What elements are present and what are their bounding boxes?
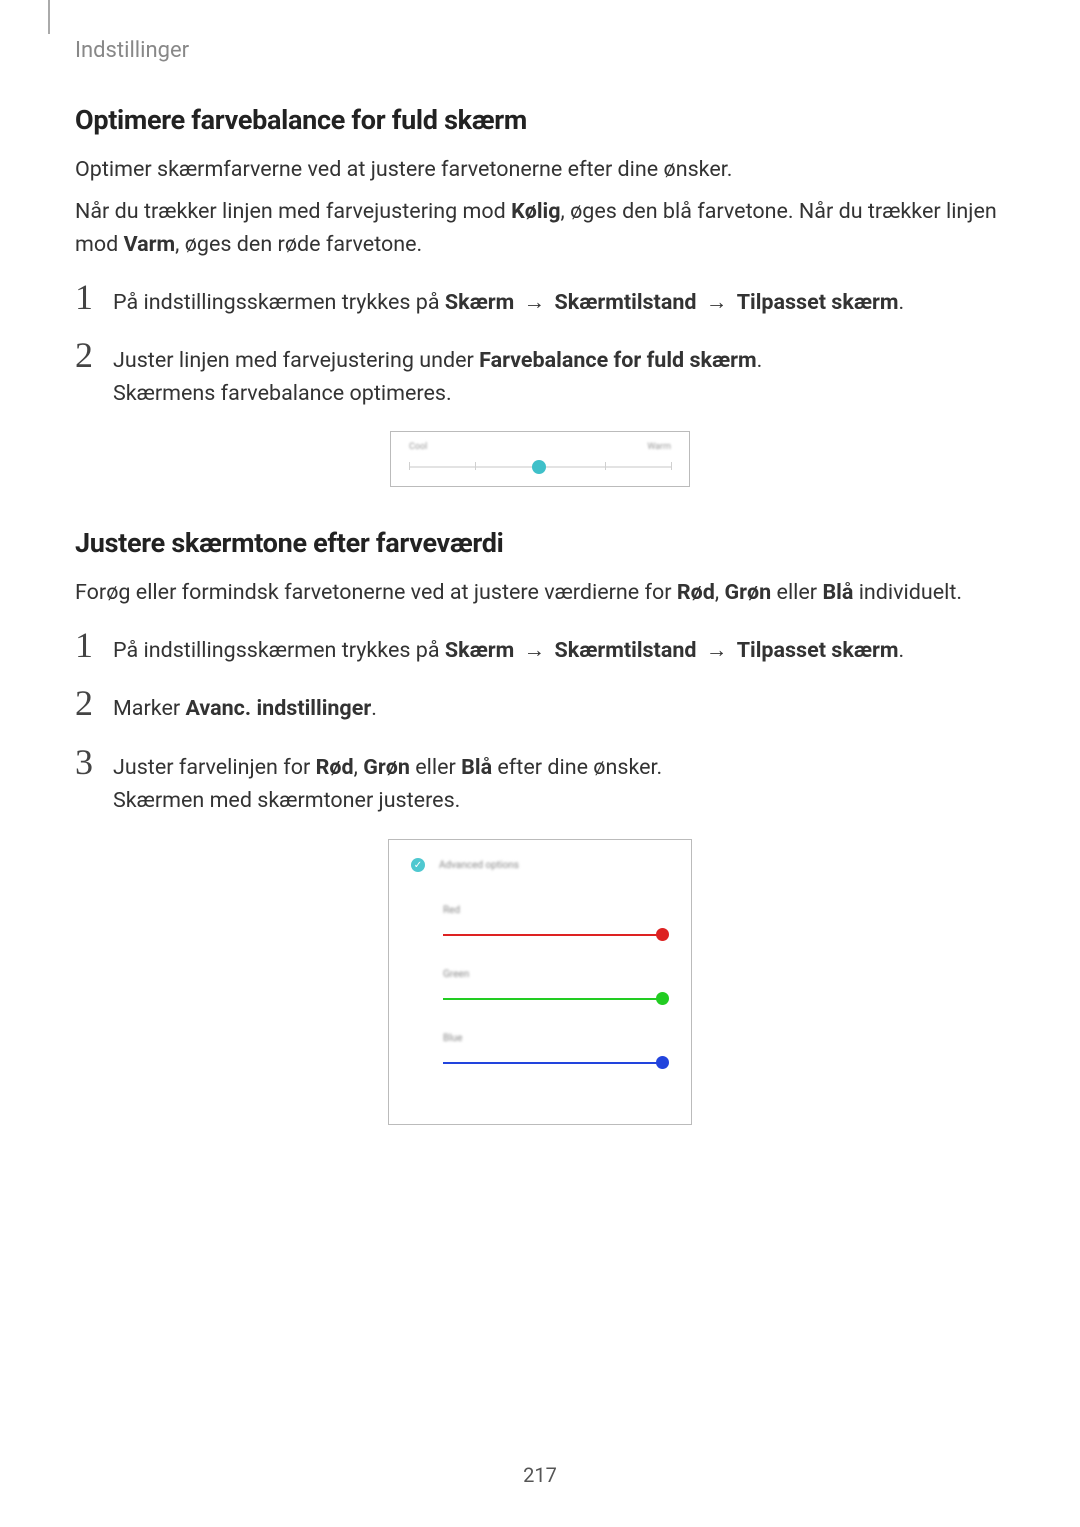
section1-step2: 2 Juster linjen med farvejustering under… (75, 337, 1005, 411)
text: Juster linjen med farvejustering under (113, 348, 479, 373)
rgb-green-label: Green (443, 969, 469, 980)
rgb-blue-label: Blue (443, 1033, 462, 1044)
section2-step3: 3 Juster farvelinjen for Rød, Grøn eller… (75, 744, 1005, 818)
rgb-blue-handle[interactable] (656, 1056, 669, 1069)
text: , (715, 580, 725, 605)
rgb-red-handle[interactable] (656, 928, 669, 941)
rgb-green-track[interactable] (443, 998, 663, 1000)
bold-red: Rød (316, 755, 354, 780)
arrow-icon: → (706, 634, 728, 667)
section2-title: Justere skærmtone efter farveværdi (75, 527, 1005, 559)
text: Marker (113, 696, 185, 721)
path-screenmode: Skærmtilstand (554, 290, 696, 315)
section1-p2: Når du trækker linjen med farvejustering… (75, 196, 1005, 261)
rgb-blue-track[interactable] (443, 1062, 663, 1064)
text: , øges den røde farvetone. (175, 232, 422, 257)
path-custom: Tilpasset skærm (737, 290, 899, 315)
text: Når du trækker linjen med farvejustering… (75, 199, 511, 224)
text: individuelt. (853, 580, 962, 605)
section1-p1: Optimer skærmfarverne ved at justere far… (75, 154, 1005, 186)
path-screenmode: Skærmtilstand (554, 638, 696, 663)
slider-handle[interactable] (532, 460, 546, 474)
text: Skærmens farvebalance optimeres. (113, 381, 452, 406)
text: . (371, 696, 377, 721)
rgb-red-item: Red (411, 898, 669, 936)
bold-red: Rød (677, 580, 715, 605)
arrow-icon: → (524, 286, 546, 319)
section2-step2: 2 Marker Avanc. indstillinger. (75, 685, 1005, 725)
rgb-header-label: Advanced options (439, 860, 519, 871)
rgb-header-row: ✓ Advanced options (411, 858, 669, 872)
page-number: 217 (0, 1463, 1080, 1487)
arrow-icon: → (524, 634, 546, 667)
text: . (899, 290, 905, 315)
rgb-red-label: Red (443, 905, 460, 916)
text: eller (410, 755, 461, 780)
text: Forøg eller formindsk farvetonerne ved a… (75, 580, 677, 605)
path-screen: Skærm (445, 290, 514, 315)
step-number: 2 (75, 337, 105, 373)
page-header-label: Indstillinger (75, 38, 189, 63)
text: . (757, 348, 763, 373)
slider-tick (605, 462, 606, 470)
section1-title: Optimere farvebalance for fuld skærm (75, 104, 1005, 136)
step-text: Marker Avanc. indstillinger. (113, 685, 1005, 725)
step-text: Juster farvelinjen for Rød, Grøn eller B… (113, 744, 1005, 818)
text: eller (771, 580, 822, 605)
check-circle-icon[interactable]: ✓ (411, 858, 425, 872)
text: På indstillingsskærmen trykkes på (113, 638, 445, 663)
section1-step1: 1 På indstillingsskærmen trykkes på Skær… (75, 279, 1005, 319)
step-text: På indstillingsskærmen trykkes på Skærm … (113, 627, 1005, 667)
text: . (899, 638, 905, 663)
bold-green: Grøn (363, 755, 410, 780)
step-text: På indstillingsskærmen trykkes på Skærm … (113, 279, 1005, 319)
arrow-icon: → (706, 286, 728, 319)
step-number: 1 (75, 627, 105, 663)
text: , (354, 755, 364, 780)
text: Skærmen med skærmtoner justeres. (113, 788, 460, 813)
bold-green: Grøn (725, 580, 772, 605)
slider-tick (475, 462, 476, 470)
slider-tick (671, 462, 672, 470)
path-screen: Skærm (445, 638, 514, 663)
text: Juster farvelinjen for (113, 755, 316, 780)
slider-label-cool: Cool (409, 442, 427, 452)
step-text: Juster linjen med farvejustering under F… (113, 337, 1005, 411)
bold-blue: Blå (822, 580, 853, 605)
rgb-sliders-figure: ✓ Advanced options Red Green Blue (388, 839, 692, 1125)
path-custom: Tilpasset skærm (737, 638, 899, 663)
rgb-green-handle[interactable] (656, 992, 669, 1005)
slider-label-warm: Warm (647, 442, 671, 452)
text: efter dine ønsker. (492, 755, 662, 780)
header-divider (48, 0, 50, 34)
bold-colorbalance: Farvebalance for fuld skærm (479, 348, 756, 373)
bold-advanced: Avanc. indstillinger (185, 696, 371, 721)
step-number: 2 (75, 685, 105, 721)
rgb-red-track[interactable] (443, 934, 663, 936)
step-number: 1 (75, 279, 105, 315)
text: På indstillingsskærmen trykkes på (113, 290, 445, 315)
section2-p1: Forøg eller formindsk farvetonerne ved a… (75, 577, 1005, 609)
rgb-green-item: Green (411, 962, 669, 1000)
rgb-blue-item: Blue (411, 1026, 669, 1064)
section2-step1: 1 På indstillingsskærmen trykkes på Skær… (75, 627, 1005, 667)
bold-cool: Kølig (511, 199, 560, 224)
slider-tick (409, 462, 410, 470)
bold-blue: Blå (461, 755, 492, 780)
bold-warm: Varm (124, 232, 176, 257)
step-number: 3 (75, 744, 105, 780)
page-content: Optimere farvebalance for fuld skærm Opt… (75, 104, 1005, 1165)
colorbalance-slider-figure: Cool Warm (390, 431, 690, 487)
